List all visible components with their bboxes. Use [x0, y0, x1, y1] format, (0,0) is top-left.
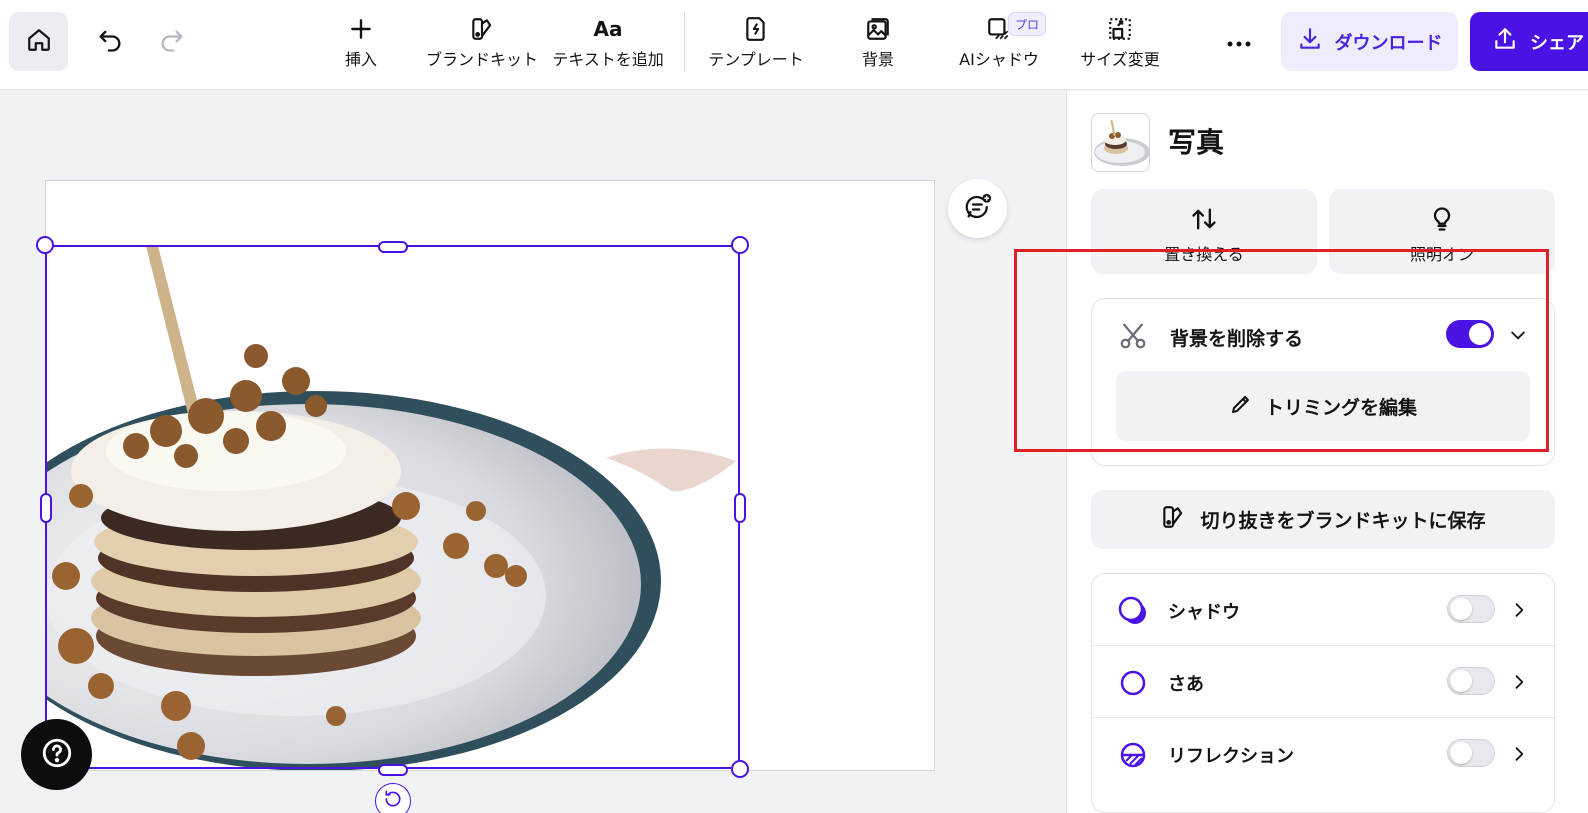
insert-label: 挿入 — [344, 50, 377, 69]
reflection-toggle[interactable] — [1447, 739, 1495, 767]
share-label: シェア — [1530, 32, 1584, 54]
resize-handle-right[interactable] — [734, 493, 746, 523]
outline-circle-icon — [1116, 666, 1150, 700]
highlight-annotation-box — [1014, 249, 1549, 452]
brand-kit-tool[interactable]: ブランドキット — [426, 14, 538, 74]
resize-handle-top[interactable] — [378, 241, 408, 253]
save-cutout-label: 切り抜きをブランドキットに保存 — [1200, 510, 1486, 532]
pro-badge: プロ — [1008, 12, 1046, 36]
resize-icon — [1105, 14, 1135, 44]
effect-label-shadow: シャドウ — [1168, 602, 1240, 623]
text-aa-icon: Aa — [593, 17, 623, 41]
brand-kit-icon — [467, 14, 497, 44]
add-comment-button[interactable] — [948, 179, 1007, 238]
download-button[interactable]: ダウンロード — [1281, 12, 1458, 71]
share-upload-icon — [1492, 26, 1518, 57]
help-question-icon — [40, 736, 74, 774]
resize-handle-top-right[interactable] — [731, 236, 749, 254]
chevron-right-icon[interactable] — [1508, 671, 1530, 693]
background-label: 背景 — [861, 50, 894, 69]
undo-icon — [96, 26, 124, 58]
swap-arrows-icon — [1190, 205, 1218, 237]
effect-label-reflection: リフレクション — [1168, 746, 1294, 767]
home-icon — [26, 27, 52, 57]
resize-handle-bottom-right[interactable] — [731, 760, 749, 778]
photo-thumbnail — [1091, 113, 1150, 172]
download-icon — [1297, 26, 1323, 57]
redo-icon — [158, 26, 186, 58]
chevron-right-icon[interactable] — [1508, 743, 1530, 765]
rotate-icon — [383, 789, 403, 813]
background-image-icon — [863, 14, 893, 44]
outline-toggle[interactable] — [1447, 667, 1495, 695]
more-button[interactable] — [1218, 22, 1260, 62]
selection-frame[interactable] — [45, 245, 740, 769]
effects-list: シャドウ さあ リフレクション — [1091, 573, 1555, 813]
template-icon — [741, 14, 771, 44]
ai-shadow-label: AIシャドウ — [959, 50, 1039, 69]
background-tool[interactable]: 背景 — [850, 14, 906, 74]
insert-tool[interactable]: 挿入 — [330, 14, 392, 74]
photo-properties-panel: 写真 置き換える 照明オン 背景を削除する トリミングを編集 切り抜きをブランド… — [1066, 91, 1588, 813]
add-text-label: テキストを追加 — [552, 50, 664, 69]
top-toolbar: 挿入 ブランドキット Aa テキストを追加 テンプレート 背景 AIシャドウ プ… — [0, 0, 1588, 90]
resize-handle-bottom[interactable] — [378, 764, 408, 776]
brand-kit-icon — [1160, 504, 1186, 535]
shadow-circle-icon — [1116, 594, 1150, 628]
resize-handle-left[interactable] — [40, 493, 52, 523]
download-label: ダウンロード — [1334, 32, 1443, 54]
add-text-tool[interactable]: Aa テキストを追加 — [552, 14, 664, 74]
toolbar-divider — [684, 12, 685, 72]
brand-kit-label: ブランドキット — [426, 50, 539, 69]
plus-icon — [346, 14, 376, 44]
shadow-toggle[interactable] — [1447, 595, 1495, 623]
comment-add-icon — [963, 192, 993, 226]
more-horizontal-icon — [1226, 33, 1252, 52]
save-cutout-to-brand-kit-button[interactable]: 切り抜きをブランドキットに保存 — [1091, 490, 1555, 549]
resize-handle-top-left[interactable] — [36, 236, 54, 254]
lightbulb-icon — [1428, 205, 1456, 237]
home-button[interactable] — [9, 12, 68, 71]
redo-button[interactable] — [150, 22, 194, 62]
share-button[interactable]: シェア — [1470, 12, 1588, 71]
resize-label: サイズ変更 — [1080, 50, 1160, 69]
canvas-area[interactable] — [0, 91, 1066, 813]
rotate-handle[interactable] — [375, 783, 411, 813]
resize-tool[interactable]: サイズ変更 — [1078, 14, 1162, 74]
effect-row-reflection[interactable]: リフレクション — [1092, 718, 1554, 790]
panel-title: 写真 — [1168, 126, 1225, 159]
template-tool[interactable]: テンプレート — [708, 14, 804, 74]
undo-button[interactable] — [88, 22, 132, 62]
chevron-right-icon[interactable] — [1508, 599, 1530, 621]
reflection-icon — [1116, 738, 1150, 772]
effect-label-outline: さあ — [1168, 674, 1204, 695]
effect-row-shadow[interactable]: シャドウ — [1092, 574, 1554, 646]
template-label: テンプレート — [708, 50, 804, 69]
effect-row-outline[interactable]: さあ — [1092, 646, 1554, 718]
help-button[interactable] — [21, 719, 92, 790]
